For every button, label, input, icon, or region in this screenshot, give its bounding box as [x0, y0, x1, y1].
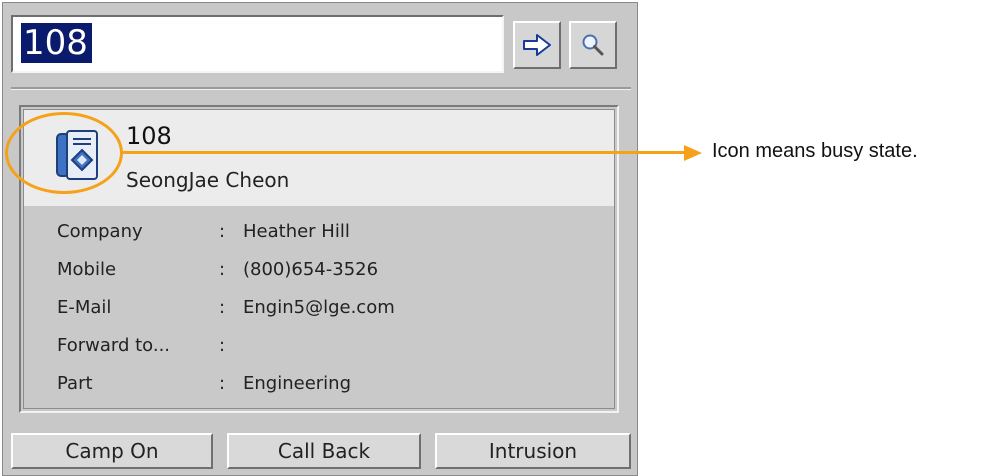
phone-busy-icon [56, 130, 98, 180]
field-label: Part [57, 373, 93, 394]
field-separator: : [219, 221, 226, 242]
contact-extension: 108 [126, 122, 172, 150]
contact-card-header: 108 SeongJae Cheon [24, 110, 614, 206]
extension-search-input[interactable]: 108 [11, 15, 504, 73]
field-label: Company [57, 221, 143, 242]
field-label: Forward to... [57, 335, 171, 356]
phone-directory-panel: 108 108 SeongJae Cheon Company: Heather… [2, 2, 638, 476]
callout-text: Icon means busy state. [712, 140, 918, 162]
intrusion-button[interactable]: Intrusion [435, 433, 631, 469]
call-back-button[interactable]: Call Back [227, 433, 421, 469]
camp-on-button[interactable]: Camp On [11, 433, 213, 469]
field-label: E-Mail [57, 297, 112, 318]
field-label: Mobile [57, 259, 117, 280]
go-button[interactable] [513, 21, 561, 69]
field-separator: : [219, 259, 226, 280]
search-input-value: 108 [21, 23, 92, 63]
callout-line [121, 151, 686, 154]
toolbar-divider [11, 87, 631, 90]
right-arrow-icon [523, 34, 551, 56]
field-value: Heather Hill [243, 221, 350, 242]
field-separator: : [219, 297, 226, 318]
field-separator: : [219, 373, 226, 394]
magnifier-icon [582, 34, 604, 56]
search-button[interactable] [569, 21, 617, 69]
field-value: (800)654-3526 [243, 259, 379, 280]
contact-name: SeongJae Cheon [126, 168, 290, 192]
field-separator: : [219, 335, 226, 356]
field-value: Engin5@lge.com [243, 297, 395, 318]
callout-arrowhead [684, 145, 702, 161]
field-value: Engineering [243, 373, 351, 394]
